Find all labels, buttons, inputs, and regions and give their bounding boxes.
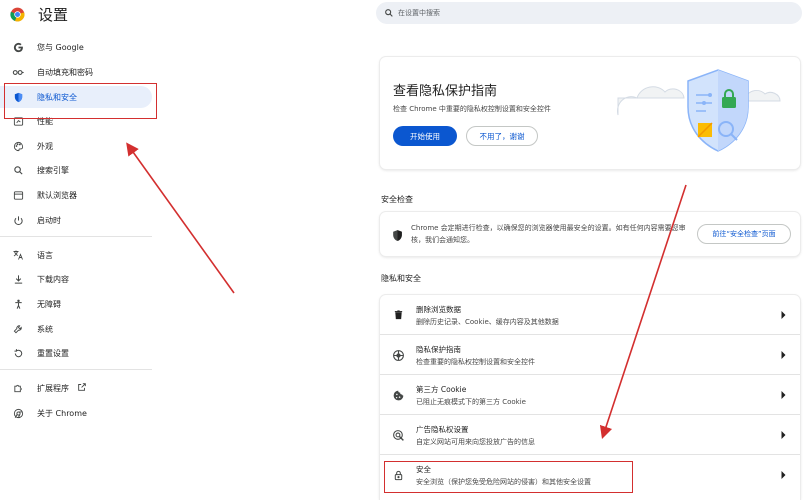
sidebar-item-label: 扩展程序 — [37, 383, 69, 393]
accessibility-icon — [11, 297, 25, 311]
sidebar-item-label: 启动时 — [37, 215, 61, 225]
palette-icon — [11, 139, 25, 153]
sidebar-item-about-chrome[interactable]: 关于 Chrome — [0, 402, 152, 424]
browser-window-icon — [11, 188, 25, 202]
chevron-right-icon — [778, 309, 788, 321]
sidebar-item-you-and-google[interactable]: 您与 Google — [0, 36, 152, 58]
sidebar-item-label: 自动填充和密码 — [37, 67, 93, 77]
sidebar-item-default-browser[interactable]: 默认浏览器 — [0, 184, 152, 206]
sidebar-item-label: 下载内容 — [37, 274, 69, 284]
sidebar-item-label: 无障碍 — [37, 299, 61, 309]
go-to-safety-check-button[interactable]: 前往“安全检查”页面 — [697, 224, 791, 244]
privacy-guide-description: 检查 Chrome 中重要的隐私权控制设置和安全控件 — [393, 105, 551, 113]
sidebar-item-privacy-security[interactable]: 隐私和安全 — [0, 86, 152, 108]
sidebar-item-label: 语言 — [37, 250, 53, 260]
sidebar-item-extensions[interactable]: 扩展程序 — [0, 377, 152, 399]
search-input[interactable] — [398, 9, 778, 17]
list-item-privacy-guide[interactable]: 隐私保护指南 检查重要的隐私权控制设置和安全控件 — [380, 335, 800, 375]
sidebar-item-label: 默认浏览器 — [37, 190, 77, 200]
sidebar-item-label: 隐私和安全 — [37, 92, 77, 102]
puzzle-icon — [11, 381, 25, 395]
safety-check-description: Chrome 会定期进行检查，以确保您的浏览器使用最安全的设置。如有任何内容需要… — [411, 224, 686, 244]
sidebar-item-appearance[interactable]: 外观 — [0, 135, 152, 157]
settings-window: 设置 您与 Google 自动填充和密码 隐私和安全 性能 外观 搜索引擎 默认… — [0, 0, 808, 500]
chevron-right-icon — [778, 469, 788, 481]
sidebar-item-system[interactable]: 系统 — [0, 318, 152, 340]
sidebar-item-label: 关于 Chrome — [37, 408, 87, 418]
list-item-title: 隐私保护指南 — [416, 345, 461, 354]
lock-icon — [390, 467, 406, 483]
brand: 设置 — [10, 4, 68, 24]
sidebar-item-label: 您与 Google — [37, 42, 84, 52]
cookie-icon — [390, 387, 406, 403]
list-item-title: 广告隐私权设置 — [416, 425, 469, 434]
sidebar-item-label: 性能 — [37, 116, 53, 126]
chevron-right-icon — [778, 389, 788, 401]
safety-check-header: 安全检查 — [381, 195, 413, 204]
sidebar-item-downloads[interactable]: 下载内容 — [0, 268, 152, 290]
sidebar-item-languages[interactable]: 语言 — [0, 244, 152, 266]
search-icon — [382, 6, 396, 20]
list-item-title: 安全 — [416, 465, 431, 474]
sidebar-divider — [0, 369, 152, 370]
sidebar-item-label: 重置设置 — [37, 348, 69, 358]
no-thanks-button[interactable]: 不用了，谢谢 — [466, 126, 538, 146]
privacy-guide-title: 查看隐私保护指南 — [393, 84, 498, 99]
ad-privacy-icon — [390, 427, 406, 443]
safety-check-card: Chrome 会定期进行检查，以确保您的浏览器使用最安全的设置。如有任何内容需要… — [380, 212, 800, 256]
list-item-subtitle: 已阻止无痕模式下的第三方 Cookie — [416, 398, 526, 406]
shield-check-icon — [391, 227, 404, 241]
power-icon — [11, 213, 25, 227]
sidebar-item-label: 系统 — [37, 324, 53, 334]
privacy-security-header: 隐私和安全 — [381, 274, 421, 283]
list-item-title: 第三方 Cookie — [416, 385, 467, 394]
privacy-settings-list: 删除浏览数据 删除历史记录、Cookie、缓存内容及其他数据 隐私保护指南 检查… — [380, 295, 800, 500]
list-item-title: 删除浏览数据 — [416, 305, 461, 314]
list-item-third-party-cookies[interactable]: 第三方 Cookie 已阻止无痕模式下的第三方 Cookie — [380, 375, 800, 415]
list-item-subtitle: 安全浏览（保护您免受危险网站的侵害）和其他安全设置 — [416, 478, 591, 486]
list-item-subtitle: 删除历史记录、Cookie、缓存内容及其他数据 — [416, 318, 559, 326]
privacy-guide-card: 查看隐私保护指南 检查 Chrome 中重要的隐私权控制设置和安全控件 开始使用… — [380, 57, 800, 169]
chrome-logo-icon — [10, 7, 25, 22]
list-item-subtitle: 检查重要的隐私权控制设置和安全控件 — [416, 358, 535, 366]
sidebar-item-reset-settings[interactable]: 重置设置 — [0, 342, 152, 364]
search-icon — [11, 163, 25, 177]
download-icon — [11, 272, 25, 286]
sidebar-item-label: 外观 — [37, 141, 53, 151]
sidebar-divider — [0, 236, 152, 237]
chevron-right-icon — [778, 349, 788, 361]
sidebar-item-search-engine[interactable]: 搜索引擎 — [0, 159, 152, 181]
wrench-icon — [11, 322, 25, 336]
sidebar-item-autofill[interactable]: 自动填充和密码 — [0, 61, 152, 83]
sidebar-item-on-startup[interactable]: 启动时 — [0, 209, 152, 231]
chrome-icon — [11, 406, 25, 420]
speedometer-icon — [11, 114, 25, 128]
trash-icon — [390, 307, 406, 323]
google-g-icon — [11, 40, 25, 54]
reset-icon — [11, 346, 25, 360]
translate-icon — [11, 248, 25, 262]
page-title: 设置 — [38, 5, 69, 24]
list-item-security[interactable]: 安全 安全浏览（保护您免受危险网站的侵害）和其他安全设置 — [380, 455, 800, 495]
shield-icon — [11, 90, 25, 104]
search-bar[interactable] — [376, 2, 802, 24]
open-in-new-icon — [77, 382, 87, 394]
privacy-guide-icon — [390, 347, 406, 363]
list-item-clear-browsing-data[interactable]: 删除浏览数据 删除历史记录、Cookie、缓存内容及其他数据 — [380, 295, 800, 335]
list-item-subtitle: 自定义网站可用来向您投放广告的信息 — [416, 438, 535, 446]
sidebar-item-performance[interactable]: 性能 — [0, 110, 152, 132]
key-icon — [11, 65, 25, 79]
sidebar-item-accessibility[interactable]: 无障碍 — [0, 293, 152, 315]
sidebar: 设置 您与 Google 自动填充和密码 隐私和安全 性能 外观 搜索引擎 默认… — [0, 0, 160, 500]
privacy-guide-illustration-icon — [602, 61, 798, 167]
list-item-ad-privacy[interactable]: 广告隐私权设置 自定义网站可用来向您投放广告的信息 — [380, 415, 800, 455]
sidebar-item-label: 搜索引擎 — [37, 165, 69, 175]
chevron-right-icon — [778, 429, 788, 441]
get-started-button[interactable]: 开始使用 — [393, 126, 457, 146]
